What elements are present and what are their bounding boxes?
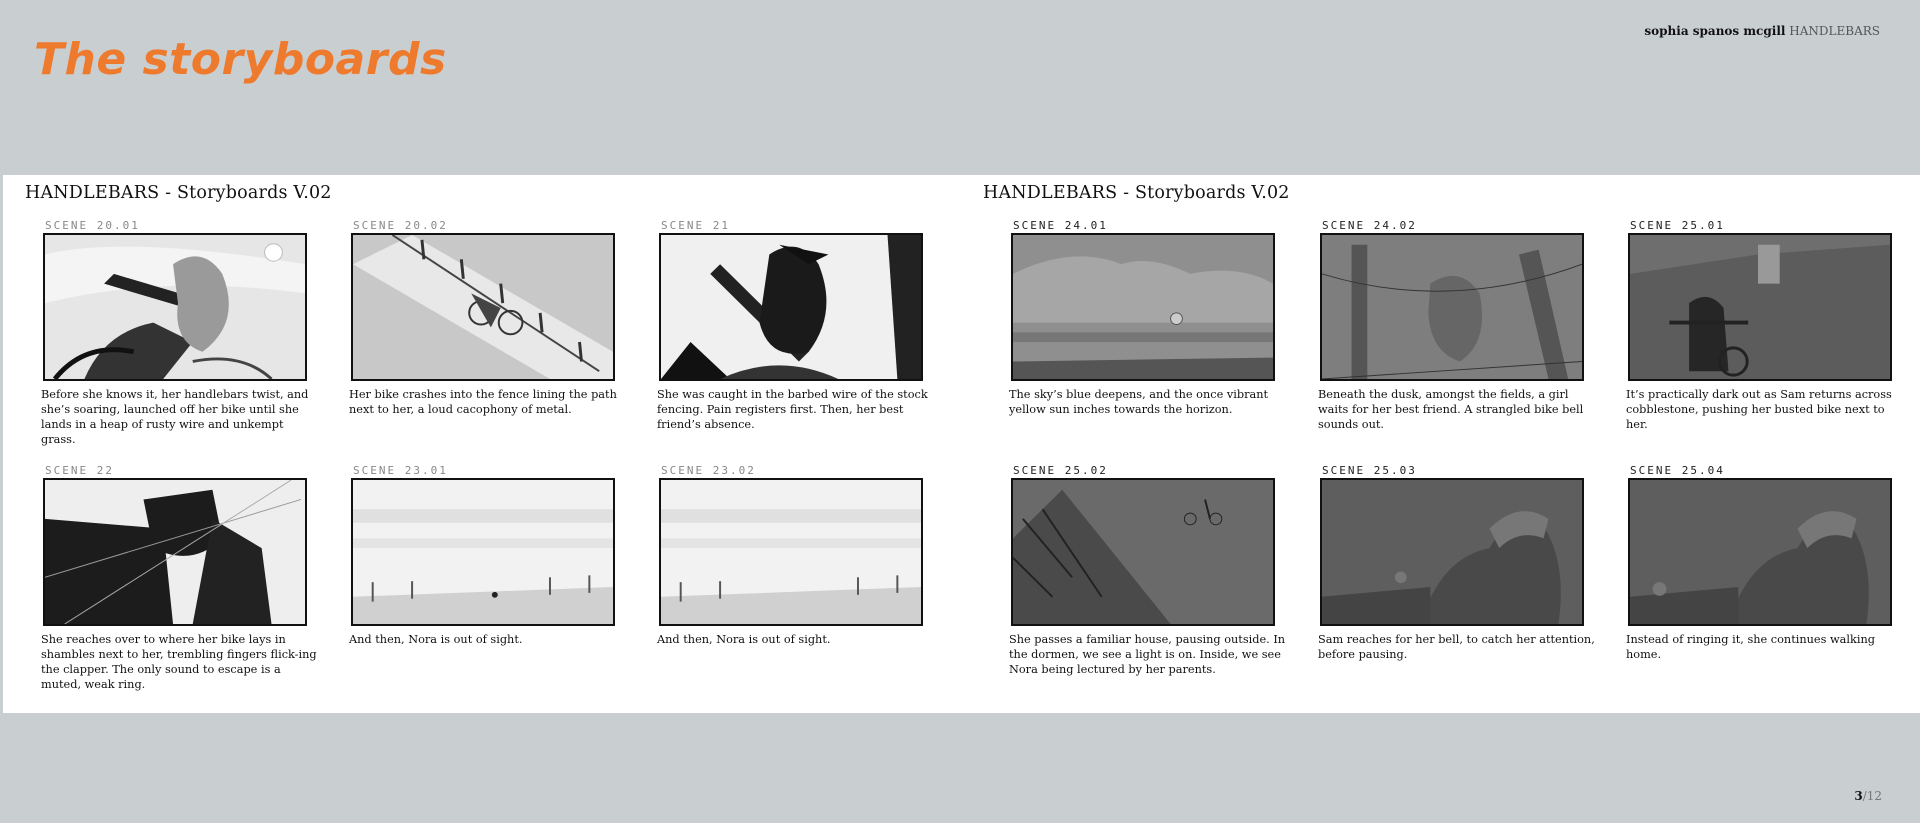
panel-caption: Her bike crashes into the fence lining t… — [349, 388, 617, 416]
storyboard-right: HANDLEBARS - Storyboards V.02 SCENE 24.0… — [961, 175, 1920, 713]
scene-label: SCENE 20.01 — [45, 219, 140, 232]
sketch-image — [45, 480, 305, 624]
sketch-frame — [351, 478, 615, 626]
scene-label: SCENE 23.01 — [353, 464, 448, 477]
sketch-frame — [1011, 478, 1275, 626]
sketch-image — [1630, 480, 1890, 624]
panel-caption: She was caught in the barbed wire of the… — [657, 388, 928, 431]
scene-label: SCENE 25.03 — [1322, 464, 1417, 477]
scene-label: SCENE 23.02 — [661, 464, 756, 477]
storyboard-sheet: HANDLEBARS - Storyboards V.02 SCENE 20.0… — [3, 175, 1920, 713]
scene-label: SCENE 24.01 — [1013, 219, 1108, 232]
sketch-frame — [659, 478, 923, 626]
author-name: sophia spanos mcgill — [1644, 24, 1786, 38]
panel-caption: She passes a familiar house, pausing out… — [1009, 633, 1286, 676]
panel-caption: She reaches over to where her bike lays … — [41, 633, 317, 691]
page-title: The storyboards — [34, 34, 447, 85]
sketch-image — [1630, 235, 1890, 379]
sketch-frame — [659, 233, 923, 381]
sketch-frame — [43, 233, 307, 381]
sketch-frame — [351, 233, 615, 381]
board-title: HANDLEBARS - Storyboards V.02 — [25, 183, 332, 203]
page-number: 3/12 — [1854, 789, 1882, 803]
sketch-image — [1322, 480, 1582, 624]
sketch-image — [45, 235, 305, 379]
scene-label: SCENE 24.02 — [1322, 219, 1417, 232]
sketch-image — [353, 480, 613, 624]
sketch-image — [661, 235, 921, 379]
sketch-frame — [1011, 233, 1275, 381]
sketch-image — [1013, 480, 1273, 624]
page-header: sophia spanos mcgill HANDLEBARS — [1644, 24, 1880, 38]
sketch-image — [353, 235, 613, 379]
page-total: /12 — [1862, 789, 1882, 803]
sketch-image — [661, 480, 921, 624]
panel-caption: And then, Nora is out of sight. — [349, 633, 523, 646]
scene-label: SCENE 25.01 — [1630, 219, 1725, 232]
scene-label: SCENE 21 — [661, 219, 730, 232]
panel-caption: The sky’s blue deepens, and the once vib… — [1009, 388, 1269, 416]
panel-caption: Beneath the dusk, amongst the fields, a … — [1318, 388, 1584, 431]
storyboard-left: HANDLEBARS - Storyboards V.02 SCENE 20.0… — [3, 175, 963, 713]
sketch-frame — [1628, 478, 1892, 626]
sketch-image — [1322, 235, 1582, 379]
sketch-frame — [1320, 233, 1584, 381]
sketch-frame — [1628, 233, 1892, 381]
sketch-image — [1013, 235, 1273, 379]
panel-caption: Instead of ringing it, she continues wal… — [1626, 633, 1875, 661]
scene-label: SCENE 25.02 — [1013, 464, 1108, 477]
panel-caption: Sam reaches for her bell, to catch her a… — [1318, 633, 1595, 661]
page-current: 3 — [1854, 789, 1863, 803]
sketch-frame — [1320, 478, 1584, 626]
panel-caption: And then, Nora is out of sight. — [657, 633, 831, 646]
project-name: HANDLEBARS — [1789, 24, 1880, 38]
scene-label: SCENE 25.04 — [1630, 464, 1725, 477]
board-title: HANDLEBARS - Storyboards V.02 — [983, 183, 1290, 203]
sketch-frame — [43, 478, 307, 626]
scene-label: SCENE 22 — [45, 464, 114, 477]
panel-caption: It’s practically dark out as Sam returns… — [1626, 388, 1892, 431]
scene-label: SCENE 20.02 — [353, 219, 448, 232]
panel-caption: Before she knows it, her handlebars twis… — [41, 388, 309, 446]
